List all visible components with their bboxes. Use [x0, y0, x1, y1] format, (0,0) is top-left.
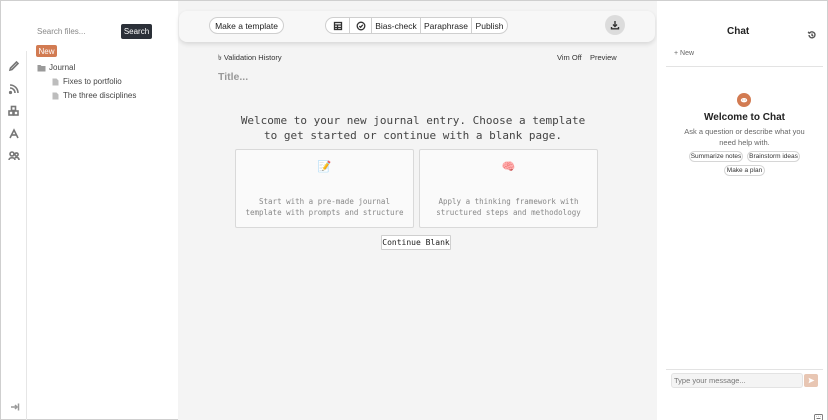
publish-button[interactable]: Publish	[472, 18, 507, 33]
chat-panel	[657, 1, 827, 420]
file-icon	[51, 92, 60, 100]
welcome-message: Welcome to your new journal entry. Choos…	[240, 114, 586, 142]
vim-toggle[interactable]: Vim Off	[557, 53, 582, 62]
folder-icon	[37, 64, 46, 72]
chat-welcome-subtitle: Ask a question or describe what you need…	[684, 127, 805, 147]
new-chat-button[interactable]: + New	[674, 50, 694, 57]
verify-button[interactable]	[350, 18, 372, 33]
send-icon	[808, 377, 815, 384]
template-card[interactable]: 📝 Start with a pre-made journal template…	[235, 149, 414, 228]
tree-folder-journal[interactable]: Journal	[37, 63, 75, 72]
keyboard-icon[interactable]	[814, 408, 823, 420]
new-file-button[interactable]: New	[36, 45, 57, 57]
tree-file-disciplines[interactable]: The three disciplines	[51, 91, 136, 100]
logout-icon[interactable]	[10, 399, 20, 411]
paraphrase-button[interactable]: Paraphrase	[421, 18, 472, 33]
icon-rail	[1, 51, 27, 420]
history-icon[interactable]	[807, 27, 817, 39]
chat-logo-icon	[737, 93, 751, 107]
validation-history-link[interactable]: ৳ Validation History	[218, 53, 282, 65]
framework-card[interactable]: 🧠 Apply a thinking framework with struct…	[419, 149, 598, 228]
divider	[666, 66, 823, 67]
bias-check-button[interactable]: Bias-check	[372, 18, 421, 33]
tree-label: Journal	[49, 63, 76, 72]
tree-file-fixes[interactable]: Fixes to portfolio	[51, 77, 122, 86]
suggestion-plan[interactable]: Make a plan	[724, 165, 765, 176]
preview-toggle[interactable]: Preview	[590, 53, 617, 62]
title-input[interactable]: Title...	[218, 71, 248, 83]
toolbar-button-group: Bias-check Paraphrase Publish	[325, 17, 508, 34]
users-icon[interactable]	[8, 150, 20, 162]
search-input[interactable]	[37, 24, 117, 39]
search-button[interactable]: Search	[121, 24, 152, 39]
rss-icon[interactable]	[8, 83, 20, 95]
continue-blank-button[interactable]: Continue Blank	[381, 235, 451, 250]
send-button[interactable]	[804, 374, 818, 387]
badge-check-icon	[356, 21, 366, 31]
download-button[interactable]	[605, 15, 625, 35]
blocks-icon[interactable]	[8, 105, 20, 117]
make-template-button[interactable]: Make a template	[209, 17, 284, 34]
download-icon	[610, 20, 620, 30]
format-button[interactable]	[326, 18, 350, 33]
suggestion-summarize[interactable]: Summarize notes	[689, 151, 743, 162]
font-icon[interactable]	[8, 128, 20, 140]
chat-welcome-title: Welcome to Chat	[704, 112, 785, 123]
message-input[interactable]	[671, 373, 803, 388]
chat-title: Chat	[727, 26, 750, 37]
format-icon	[333, 21, 343, 31]
memo-icon: 📝	[317, 161, 332, 173]
file-icon	[51, 78, 60, 86]
card-description: Start with a pre-made journal template w…	[245, 197, 404, 217]
suggestion-brainstorm[interactable]: Brainstorm ideas	[747, 151, 800, 162]
card-description: Apply a thinking framework with structur…	[436, 197, 581, 217]
app-window: Search New Journal Fixes to portfolio Th…	[0, 0, 828, 420]
brain-icon: 🧠	[501, 161, 516, 173]
divider	[666, 369, 823, 370]
tree-label: The three disciplines	[63, 91, 137, 100]
tree-label: Fixes to portfolio	[63, 77, 122, 86]
pencil-icon[interactable]	[8, 60, 20, 72]
